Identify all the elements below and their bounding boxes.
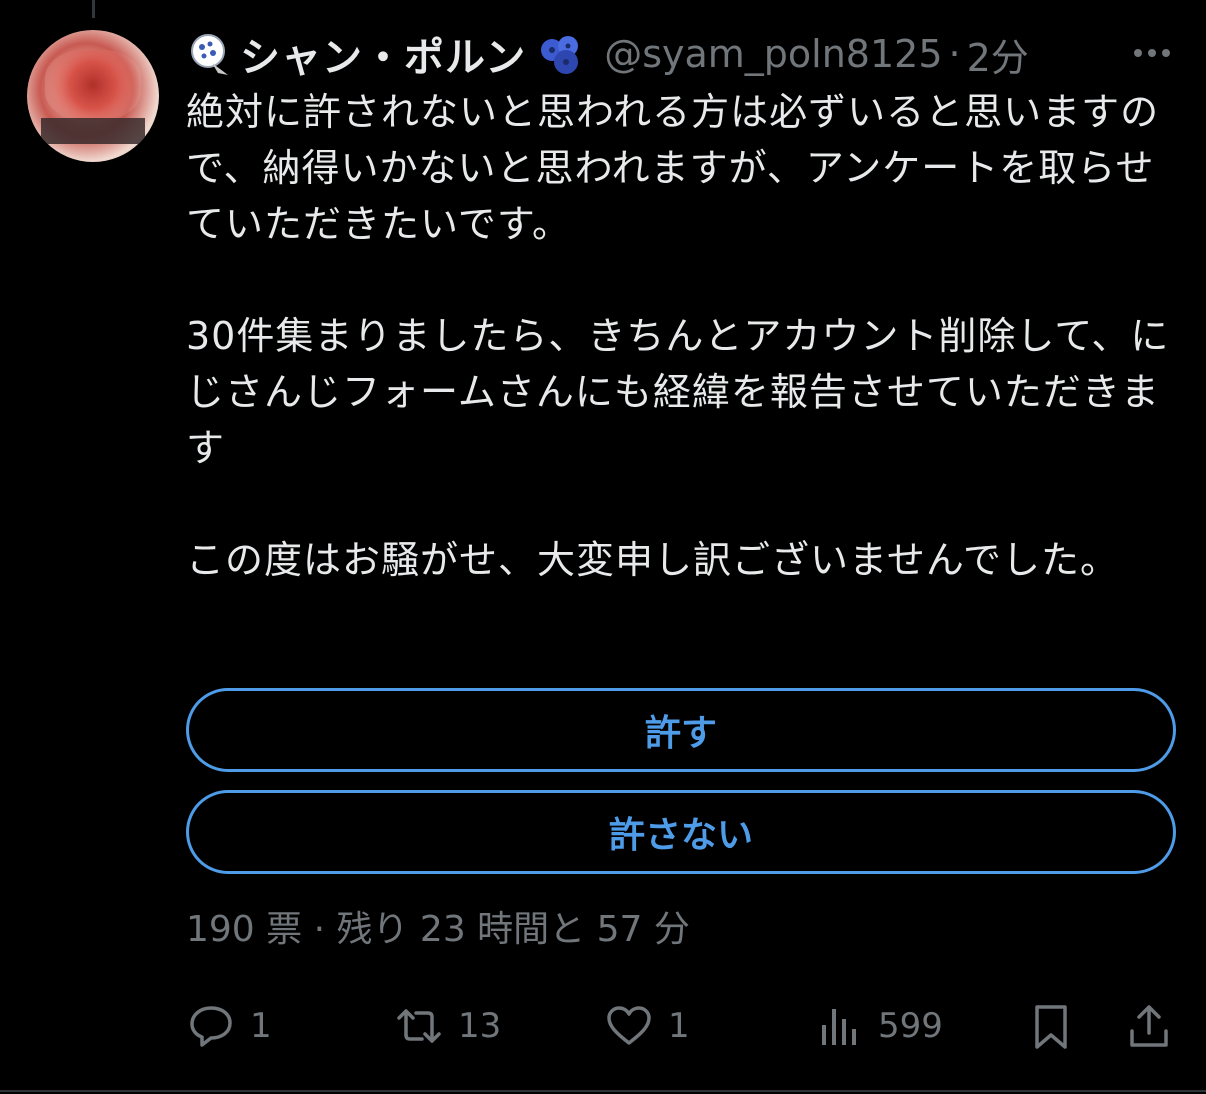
heart-icon xyxy=(607,1006,651,1045)
tweet-action-bar: 1 13 1 599 xyxy=(186,996,1176,1056)
views-button[interactable]: 599 xyxy=(814,996,943,1056)
divider xyxy=(0,1090,1206,1092)
tweet-text: 絶対に許されないと思われる方は必ずいると思いますので、納得いかないと思われますが… xyxy=(186,90,1170,582)
tweet-header: シャン・ポルン @syam_poln8125 · 2分 xyxy=(188,25,1029,83)
like-count: 1 xyxy=(668,1006,690,1046)
badge-icon xyxy=(191,34,228,75)
reply-button[interactable]: 1 xyxy=(186,996,272,1056)
poll-status: 190 票 · 残り 23 時間と 57 分 xyxy=(186,909,690,950)
thread-connector-line xyxy=(92,0,95,18)
more-horizontal-icon[interactable] xyxy=(1130,36,1174,70)
retweet-count: 13 xyxy=(458,1006,502,1046)
user-handle[interactable]: @syam_poln8125 xyxy=(604,32,942,76)
share-icon xyxy=(1130,1005,1168,1047)
bookmark-button[interactable] xyxy=(1026,996,1076,1056)
avatar-artwork xyxy=(45,50,141,120)
bookmark-icon xyxy=(1035,1005,1067,1049)
view-count: 599 xyxy=(878,1006,943,1046)
timestamp[interactable]: 2分 xyxy=(967,27,1029,82)
share-button[interactable] xyxy=(1124,996,1174,1056)
reply-count: 1 xyxy=(250,1006,272,1046)
header-separator: · xyxy=(948,32,961,76)
views-icon xyxy=(822,1009,856,1045)
like-button[interactable]: 1 xyxy=(604,996,690,1056)
poll-option-forgive-button[interactable]: 許す xyxy=(186,688,1176,772)
retweet-button[interactable]: 13 xyxy=(394,996,501,1056)
retweet-icon xyxy=(397,1009,441,1043)
poll-option-not-forgive-button[interactable]: 許さない xyxy=(186,790,1176,874)
reply-icon xyxy=(190,1006,232,1047)
avatar-band xyxy=(41,118,145,144)
blueberries-icon xyxy=(541,36,579,74)
avatar[interactable] xyxy=(27,30,159,162)
display-name[interactable]: シャン・ポルン xyxy=(240,25,526,83)
